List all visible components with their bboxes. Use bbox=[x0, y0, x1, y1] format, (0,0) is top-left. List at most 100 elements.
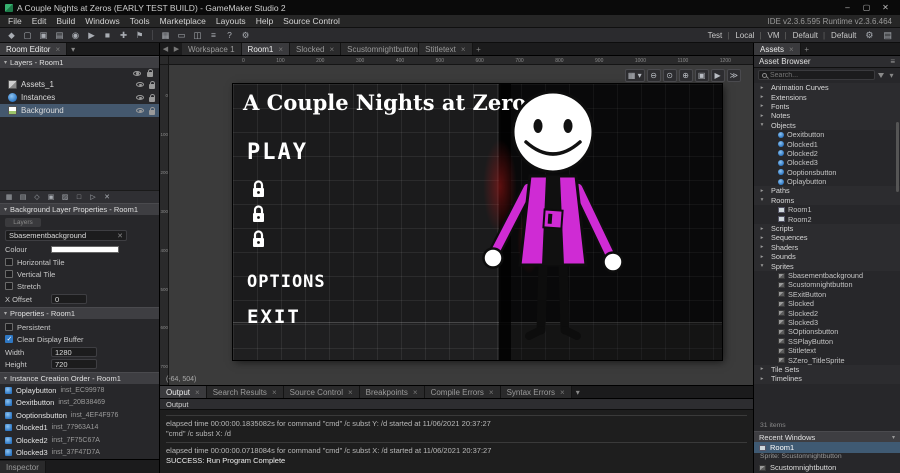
sort-chevron-icon[interactable]: ▾ bbox=[887, 69, 896, 81]
tree-expander-icon[interactable] bbox=[759, 197, 765, 203]
asset-tree-row[interactable]: SZero_TitleSprite bbox=[754, 355, 900, 365]
field-input[interactable]: 720 bbox=[51, 359, 97, 369]
asset-tree-row[interactable]: Olocked1 bbox=[754, 139, 900, 149]
asset-tree-row[interactable]: Objects bbox=[754, 120, 900, 130]
target-option[interactable]: Default bbox=[828, 31, 859, 40]
instance-row[interactable]: Olocked3 inst_37F47D7A bbox=[0, 447, 159, 460]
step-room-button[interactable]: ≫ bbox=[726, 69, 741, 82]
asset-tree-row[interactable]: Paths bbox=[754, 186, 900, 196]
asset-tree-row[interactable]: Fonts bbox=[754, 101, 900, 112]
asset-tree-row[interactable]: Stitletext bbox=[754, 346, 900, 355]
stop-button[interactable]: ■ bbox=[100, 29, 115, 42]
instance-order-header[interactable]: ▾ Instance Creation Order - Room1 bbox=[0, 372, 159, 384]
layer-row[interactable]: Assets_1 bbox=[0, 78, 159, 91]
layer-row[interactable]: Instances bbox=[0, 91, 159, 104]
windows-layout-button[interactable]: ▦ bbox=[158, 29, 173, 42]
menu-item[interactable]: Edit bbox=[27, 16, 52, 26]
workspace-tab[interactable]: Scustomnightbutton bbox=[341, 43, 420, 55]
add-background-layer-button[interactable]: ▨ bbox=[59, 192, 71, 203]
add-tile-layer-button[interactable]: ▤ bbox=[17, 192, 29, 203]
x-offset-input[interactable]: 0 bbox=[51, 294, 87, 304]
clean-button[interactable]: ✚ bbox=[116, 29, 131, 42]
visibility-toggle-icon[interactable] bbox=[136, 108, 144, 113]
asset-tree-row[interactable]: Oexitbutton bbox=[754, 130, 900, 139]
menu-item[interactable]: Windows bbox=[80, 16, 124, 26]
asset-tree-row[interactable]: SSPlayButton bbox=[754, 337, 900, 346]
asset-tree-row[interactable]: Notes bbox=[754, 111, 900, 121]
room-canvas[interactable]: 0 100 200 300 400 500 600 700 800 900 1000 1100 1200… bbox=[160, 56, 753, 385]
maximize-button[interactable]: ▢ bbox=[857, 0, 876, 15]
instance-row[interactable]: Olocked2 inst_7F75C67A bbox=[0, 434, 159, 447]
asset-tree-row[interactable]: Scripts bbox=[754, 223, 900, 234]
asset-tree-row[interactable]: Shaders bbox=[754, 242, 900, 253]
recent-window-sprite[interactable]: Scustomnightbutton bbox=[754, 462, 900, 473]
settings-button[interactable]: ⚙ bbox=[238, 29, 253, 42]
search-box[interactable] bbox=[758, 70, 875, 80]
add-tab-icon[interactable]: + bbox=[473, 43, 485, 55]
instance-row[interactable]: Ooptionsbutton inst_4EF4F976 bbox=[0, 409, 159, 422]
lock-toggle-icon[interactable] bbox=[149, 80, 155, 89]
asset-tree-row[interactable]: Rooms bbox=[754, 195, 900, 206]
asset-tree-row[interactable]: Room1 bbox=[754, 205, 900, 214]
asset-tree-row[interactable]: Olocked2 bbox=[754, 149, 900, 158]
run-button[interactable]: ▶ bbox=[84, 29, 99, 42]
asset-tree-row[interactable]: Timelines bbox=[754, 374, 900, 384]
grid-settings-button[interactable]: ▦ ▾ bbox=[624, 69, 645, 82]
close-button[interactable]: ✕ bbox=[876, 0, 895, 15]
debug-button[interactable]: ◉ bbox=[68, 29, 83, 42]
asset-tree-row[interactable]: Tile Sets bbox=[754, 364, 900, 375]
list-button[interactable]: ≡ bbox=[206, 29, 221, 42]
instance-row[interactable]: Olocked1 inst_77963A14 bbox=[0, 422, 159, 435]
output-log[interactable]: elapsed time 00:00:00.1835082s for comma… bbox=[160, 410, 753, 473]
target-button[interactable]: ⚑ bbox=[132, 29, 147, 42]
search-input[interactable] bbox=[770, 71, 871, 79]
asset-tree-row[interactable]: Olocked3 bbox=[754, 158, 900, 167]
tree-expander-icon[interactable] bbox=[759, 235, 765, 241]
split-view-button[interactable]: ◫ bbox=[190, 29, 205, 42]
asset-tree-row[interactable]: Room2 bbox=[754, 214, 900, 224]
target-option[interactable]: Test bbox=[705, 31, 733, 40]
menu-item[interactable]: Build bbox=[51, 16, 80, 26]
tabs-nav-forward-icon[interactable]: ▶ bbox=[171, 43, 182, 55]
asset-tree-row[interactable]: Ooptionsbutton bbox=[754, 168, 900, 177]
filter-icon[interactable] bbox=[878, 72, 884, 78]
asset-tree-row[interactable]: Sounds bbox=[754, 252, 900, 262]
layout-icon[interactable]: ▤ bbox=[879, 30, 896, 41]
target-option[interactable]: VM bbox=[765, 31, 790, 40]
workspace-button[interactable]: ▭ bbox=[174, 29, 189, 42]
add-path-layer-button[interactable]: ◇ bbox=[31, 192, 43, 203]
room-properties-header[interactable]: ▾ Properties - Room1 bbox=[0, 307, 159, 319]
asset-tree-row[interactable]: Oplaybutton bbox=[754, 177, 900, 186]
zoom-fit-button[interactable]: ▣ bbox=[694, 69, 709, 82]
open-project-button[interactable]: ▣ bbox=[36, 29, 51, 42]
workspace-tab[interactable]: Room1 bbox=[241, 43, 291, 55]
tab-assets[interactable]: Assets bbox=[754, 43, 801, 55]
recent-windows-header[interactable]: Recent Windows ▾ bbox=[754, 431, 900, 442]
panel-chevron-icon[interactable]: ▾ bbox=[67, 43, 79, 55]
tree-expander-icon[interactable] bbox=[759, 122, 765, 128]
checkbox[interactable] bbox=[5, 323, 13, 331]
output-tab[interactable]: Output bbox=[160, 386, 207, 398]
zoom-out-button[interactable]: ⊖ bbox=[646, 69, 661, 82]
asset-browser-menu-icon[interactable]: ≡ bbox=[890, 57, 895, 66]
asset-tree-row[interactable]: Slocked2 bbox=[754, 308, 900, 318]
asset-tree-row[interactable]: Slocked bbox=[754, 299, 900, 308]
add-panel-tab-icon[interactable]: + bbox=[801, 43, 813, 55]
new-project-button[interactable]: ▢ bbox=[20, 29, 35, 42]
instance-row[interactable]: Oexitbutton inst_20B38469 bbox=[0, 397, 159, 410]
tree-scrollbar[interactable] bbox=[896, 122, 899, 192]
visibility-toggle-icon[interactable] bbox=[136, 82, 144, 87]
target-option[interactable]: Default bbox=[790, 31, 828, 40]
output-tabs-chevron-icon[interactable]: ▾ bbox=[572, 386, 584, 398]
output-tab[interactable]: Source Control bbox=[283, 386, 360, 398]
tree-expander-icon[interactable] bbox=[759, 376, 765, 382]
minimize-button[interactable]: – bbox=[838, 0, 857, 15]
delete-layer-button[interactable]: ✕ bbox=[101, 192, 113, 203]
output-tab[interactable]: Compile Errors bbox=[424, 386, 501, 398]
workspace-tab[interactable]: Workspace 1 bbox=[182, 43, 242, 55]
menu-item[interactable]: Source Control bbox=[278, 16, 345, 26]
tree-expander-icon[interactable] bbox=[759, 366, 765, 372]
menu-item[interactable]: File bbox=[3, 16, 27, 26]
tab-room-editor[interactable]: Room Editor bbox=[0, 43, 68, 55]
help-button[interactable]: ? bbox=[222, 29, 237, 42]
